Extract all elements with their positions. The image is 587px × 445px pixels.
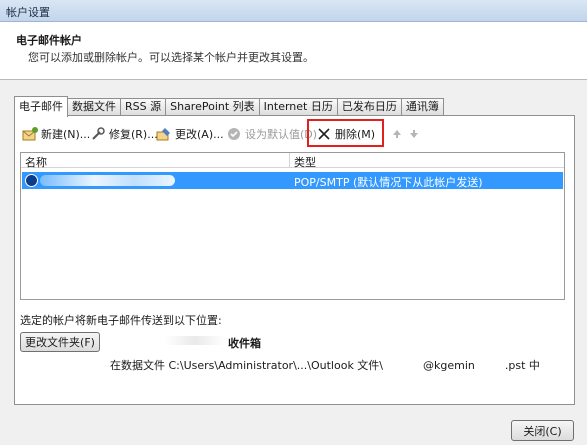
header-title: 电子邮件帐户	[16, 34, 82, 47]
arrow-up-icon	[389, 126, 405, 142]
data-file-path-prefix: 在数据文件 C:\Users\Administrator\...\Outlook…	[110, 359, 384, 372]
account-name-redacted	[40, 175, 175, 186]
list-header: 名称 类型	[21, 153, 564, 170]
toolbar: 新建(N)... 修复(R)... 更改(A)... 设为默认值(D) 删除(M…	[20, 119, 420, 147]
tab-sharepoint-lists[interactable]: SharePoint 列表	[165, 98, 260, 116]
change-folder-button[interactable]: 更改文件夹(F)	[20, 332, 100, 352]
data-file-path-suffix: .pst 中	[504, 359, 540, 372]
account-type: POP/SMTP (默认情况下从此帐户发送)	[294, 176, 483, 189]
dialog-header: 电子邮件帐户 您可以添加或删除帐户。可以选择某个帐户并更改其设置。	[0, 22, 587, 80]
arrow-down-icon	[406, 126, 422, 142]
data-file-path: 在数据文件 C:\Users\Administrator\...\Outlook…	[110, 357, 540, 373]
column-separator	[289, 153, 290, 167]
column-type-header[interactable]: 类型	[294, 154, 316, 170]
column-name-header[interactable]: 名称	[25, 154, 47, 170]
tab-address-books[interactable]: 通讯簿	[400, 98, 444, 116]
email-tab-panel: 新建(N)... 修复(R)... 更改(A)... 设为默认值(D) 删除(M…	[14, 115, 575, 405]
change-label: 更改(A)...	[175, 128, 224, 141]
inbox-label: 收件箱	[228, 337, 261, 350]
window-title-bar: 帐户设置	[0, 0, 587, 22]
tab-email[interactable]: 电子邮件	[14, 96, 68, 117]
close-button[interactable]: 关闭(C)	[511, 420, 574, 441]
default-account-check-icon	[25, 174, 38, 187]
folder-name-redacted	[165, 336, 225, 345]
repair-button[interactable]: 修复(R)...	[90, 124, 158, 144]
new-account-icon	[22, 126, 38, 142]
check-circle-icon	[226, 126, 242, 142]
delivery-label: 选定的帐户将新电子邮件传送到以下位置:	[20, 314, 222, 327]
change-button[interactable]: 更改(A)...	[156, 124, 224, 144]
data-file-path-mid: @kgemin	[423, 359, 475, 372]
change-account-icon	[156, 126, 172, 142]
wrench-icon	[90, 126, 106, 142]
window-title: 帐户设置	[6, 6, 50, 19]
set-default-button[interactable]: 设为默认值(D)	[226, 124, 317, 144]
tab-data-files[interactable]: 数据文件	[67, 98, 121, 116]
move-down-button[interactable]	[406, 124, 425, 144]
new-button[interactable]: 新建(N)...	[22, 124, 90, 144]
new-label: 新建(N)...	[41, 128, 91, 141]
remove-highlight-box	[307, 119, 384, 147]
tab-rss-feeds[interactable]: RSS 源	[120, 98, 167, 116]
header-subtitle: 您可以添加或删除帐户。可以选择某个帐户并更改其设置。	[28, 51, 314, 64]
repair-label: 修复(R)...	[109, 128, 158, 141]
tab-strip: 电子邮件 数据文件 RSS 源 SharePoint 列表 Internet 日…	[14, 96, 444, 117]
account-list: 名称 类型 POP/SMTP (默认情况下从此帐户发送)	[20, 152, 565, 300]
tab-internet-calendars[interactable]: Internet 日历	[258, 98, 338, 116]
tab-published-calendars[interactable]: 已发布日历	[336, 98, 402, 116]
account-row[interactable]: POP/SMTP (默认情况下从此帐户发送)	[22, 172, 563, 189]
